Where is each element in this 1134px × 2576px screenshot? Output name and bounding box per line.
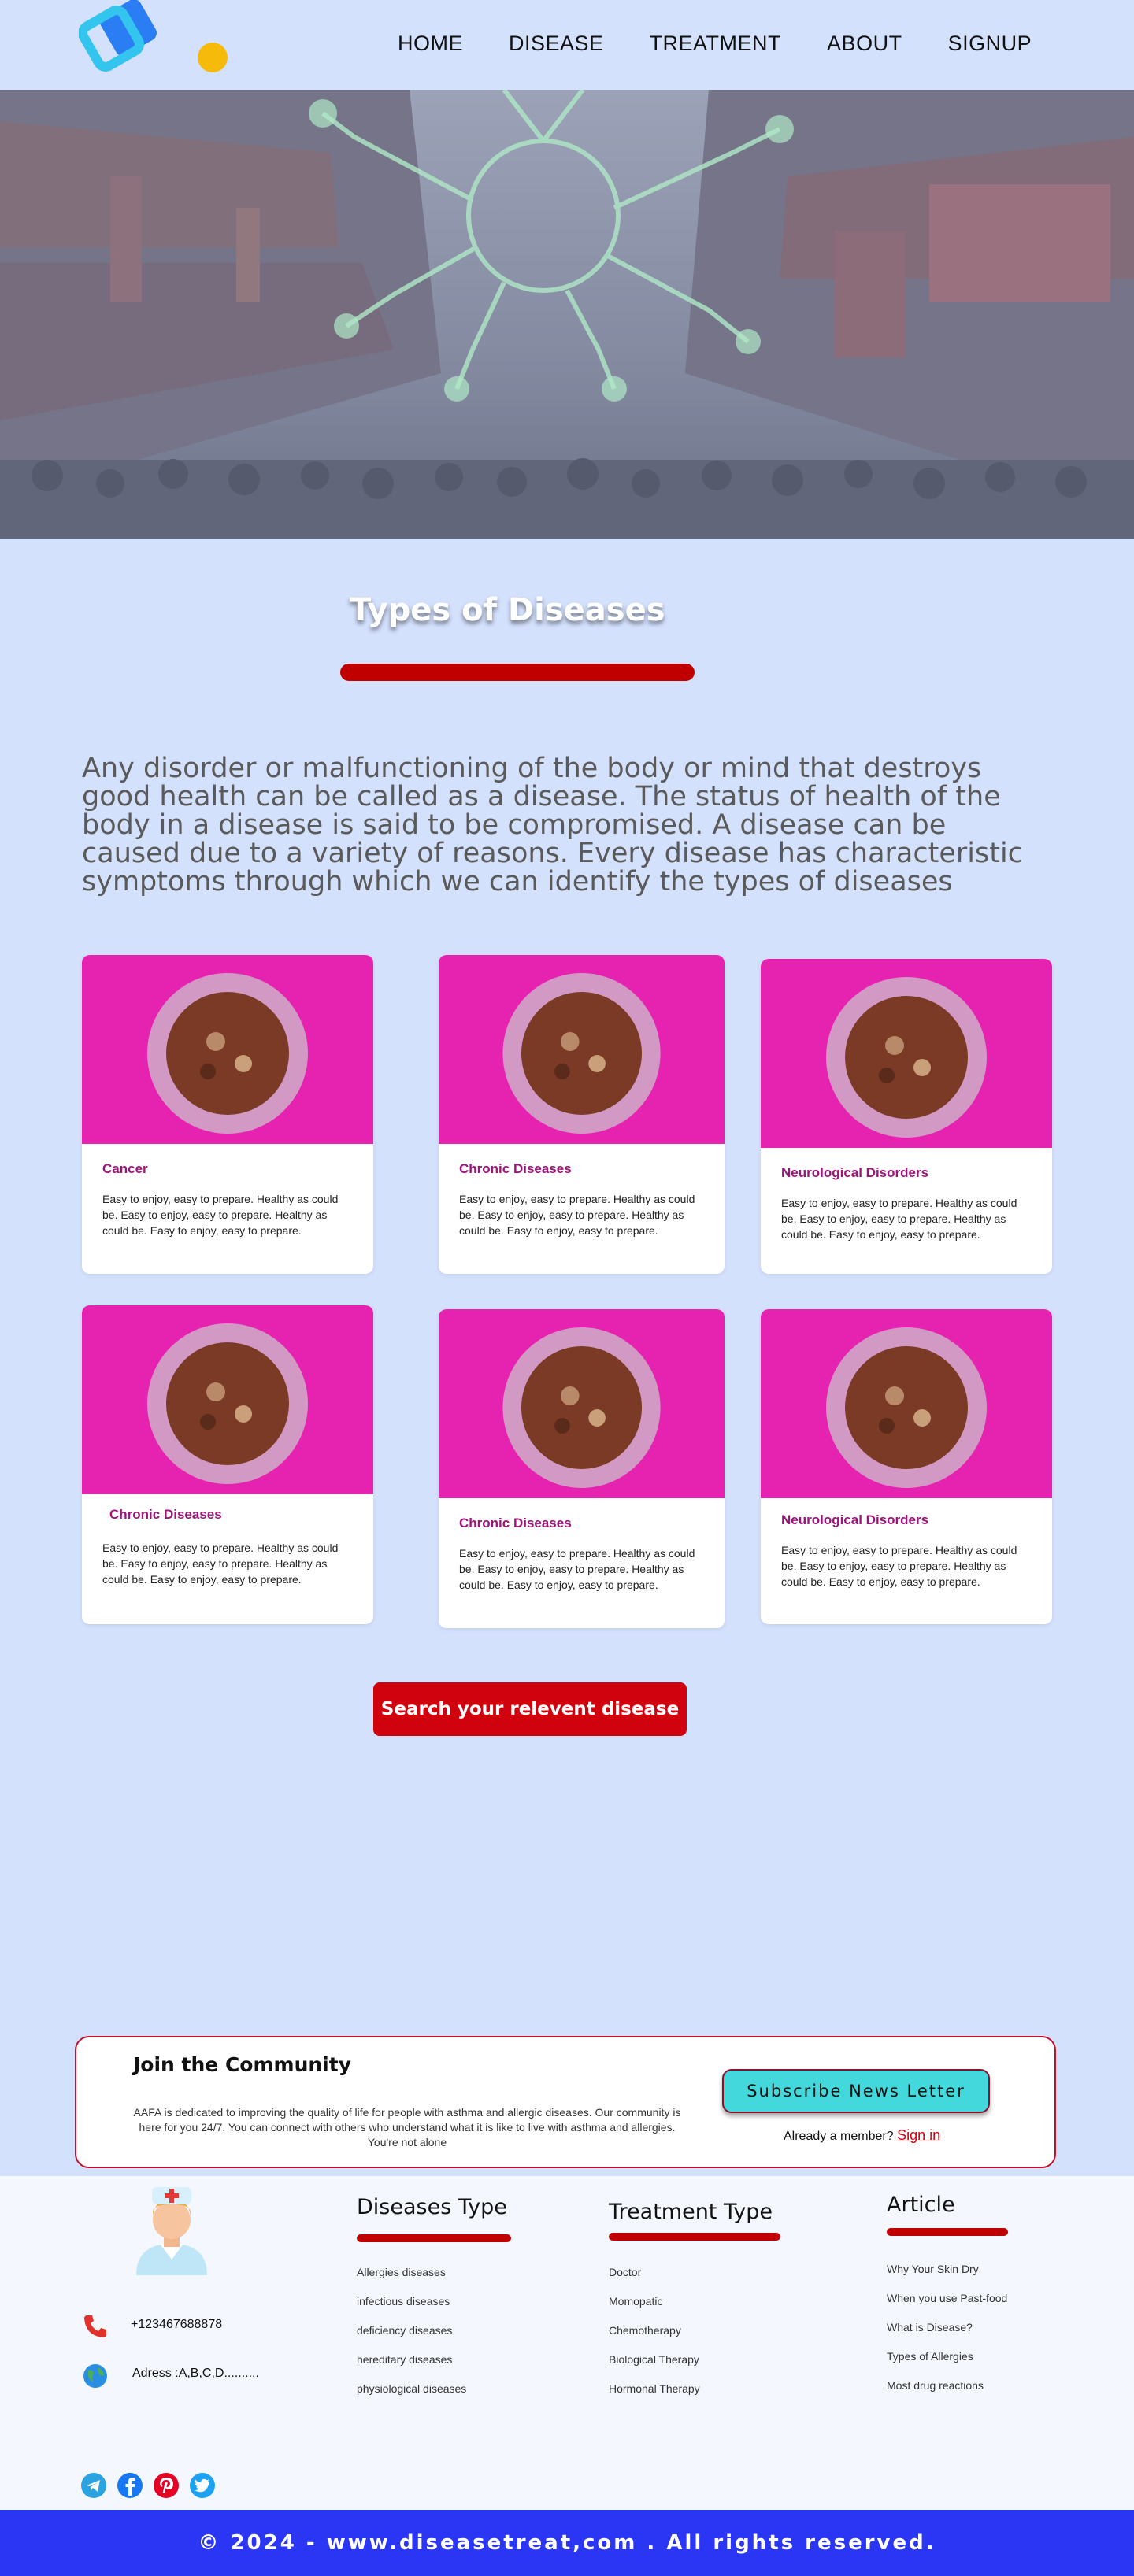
nav-signup[interactable]: SIGNUP bbox=[948, 31, 1032, 56]
treatment-type-title: Treatment Type bbox=[609, 2200, 773, 2224]
hero-street-virus-illustration bbox=[0, 90, 1134, 539]
search-disease-button[interactable]: Search your relevent disease bbox=[373, 1682, 687, 1736]
hero-image bbox=[0, 90, 1134, 539]
card-image bbox=[761, 1309, 1052, 1498]
card-image bbox=[82, 1305, 373, 1494]
footer-link[interactable]: infectious diseases bbox=[357, 2293, 466, 2322]
disease-card[interactable]: Cancer Easy to enjoy, easy to prepare. H… bbox=[82, 955, 373, 1274]
nav-treatment[interactable]: TREATMENT bbox=[650, 31, 782, 56]
footer-link[interactable]: Hormonal Therapy bbox=[609, 2381, 700, 2410]
member-prompt: Already a member? Sign in bbox=[784, 2127, 940, 2144]
card-title: Chronic Diseases bbox=[459, 1516, 572, 1530]
community-title: Join the Community bbox=[133, 2053, 351, 2076]
treatment-type-list: Doctor Momopatic Chemotherapy Biological… bbox=[609, 2264, 700, 2410]
disease-card[interactable]: Neurological Disorders Easy to enjoy, ea… bbox=[761, 1309, 1052, 1624]
card-description: Easy to enjoy, easy to prepare. Healthy … bbox=[459, 1193, 695, 1237]
article-title: Article bbox=[887, 2193, 955, 2217]
member-text: Already a member? bbox=[784, 2130, 894, 2143]
subscribe-newsletter-button[interactable]: Subscribe News Letter bbox=[722, 2069, 990, 2113]
social-links bbox=[80, 2472, 216, 2499]
title-underline bbox=[609, 2233, 780, 2241]
footer-link[interactable]: Momopatic bbox=[609, 2293, 700, 2322]
telegram-icon[interactable] bbox=[80, 2472, 107, 2499]
footer-link[interactable]: Most drug reactions bbox=[887, 2378, 1007, 2407]
card-description: Easy to enjoy, easy to prepare. Healthy … bbox=[781, 1544, 1017, 1588]
site-logo[interactable] bbox=[79, 0, 236, 90]
card-title: Cancer bbox=[102, 1161, 148, 1176]
disease-card[interactable]: Chronic Diseases Easy to enjoy, easy to … bbox=[82, 1305, 373, 1624]
footer-link[interactable]: Types of Allergies bbox=[887, 2348, 1007, 2378]
disease-card[interactable]: Chronic Diseases Easy to enjoy, easy to … bbox=[439, 1309, 724, 1628]
footer-link[interactable]: Chemotherapy bbox=[609, 2322, 700, 2352]
card-image bbox=[761, 959, 1052, 1148]
card-title: Neurological Disorders bbox=[781, 1165, 929, 1180]
card-description: Easy to enjoy, easy to prepare. Healthy … bbox=[781, 1197, 1017, 1241]
card-description: Easy to enjoy, easy to prepare. Healthy … bbox=[459, 1547, 695, 1591]
title-underline bbox=[357, 2234, 511, 2242]
card-title: Chronic Diseases bbox=[109, 1507, 222, 1522]
site-header: HOME DISEASE TREATMENT ABOUT SIGNUP bbox=[0, 0, 1134, 90]
address: Adress :A,B,C,D.......... bbox=[132, 2367, 259, 2380]
article-list: Why Your Skin Dry When you use Past-food… bbox=[887, 2261, 1007, 2407]
doctor-icon bbox=[136, 2187, 207, 2275]
card-image bbox=[439, 1309, 724, 1498]
signin-link[interactable]: Sign in bbox=[897, 2127, 940, 2143]
phone-number: +123467688878 bbox=[131, 2318, 223, 2331]
facebook-icon[interactable] bbox=[117, 2472, 143, 2499]
main-nav: HOME DISEASE TREATMENT ABOUT SIGNUP bbox=[398, 31, 1032, 56]
nav-disease[interactable]: DISEASE bbox=[509, 31, 604, 56]
title-underline bbox=[887, 2228, 1008, 2236]
footer-link[interactable]: Why Your Skin Dry bbox=[887, 2261, 1007, 2290]
phone-icon bbox=[84, 2315, 106, 2337]
card-image bbox=[439, 955, 724, 1144]
footer-link[interactable]: When you use Past-food bbox=[887, 2290, 1007, 2319]
disease-card[interactable]: Chronic Diseases Easy to enjoy, easy to … bbox=[439, 955, 724, 1274]
disease-card[interactable]: Neurological Disorders Easy to enjoy, ea… bbox=[761, 959, 1052, 1274]
footer-link[interactable]: Doctor bbox=[609, 2264, 700, 2293]
footer-link[interactable]: Allergies diseases bbox=[357, 2264, 466, 2293]
copyright-bar: © 2024 - www.diseasetreat,com . All righ… bbox=[0, 2510, 1134, 2576]
diseases-type-title: Diseases Type bbox=[357, 2195, 507, 2219]
pinterest-icon[interactable] bbox=[153, 2472, 180, 2499]
card-title: Neurological Disorders bbox=[781, 1512, 929, 1527]
card-description: Easy to enjoy, easy to prepare. Healthy … bbox=[102, 1542, 339, 1586]
diseases-type-list: Allergies diseases infectious diseases d… bbox=[357, 2264, 466, 2410]
footer-link[interactable]: Biological Therapy bbox=[609, 2352, 700, 2381]
title-underline bbox=[340, 664, 695, 681]
footer-link[interactable]: What is Disease? bbox=[887, 2319, 1007, 2348]
nav-about[interactable]: ABOUT bbox=[827, 31, 902, 56]
card-title: Chronic Diseases bbox=[459, 1161, 572, 1176]
card-description: Easy to enjoy, easy to prepare. Healthy … bbox=[102, 1193, 339, 1237]
twitter-icon[interactable] bbox=[189, 2472, 216, 2499]
card-image bbox=[82, 955, 373, 1144]
community-box: Join the Community AAFA is dedicated to … bbox=[75, 2036, 1056, 2168]
community-description: AAFA is dedicated to improving the quali… bbox=[133, 2106, 681, 2149]
nav-home[interactable]: HOME bbox=[398, 31, 463, 56]
section-title: Types of Diseases bbox=[350, 592, 665, 628]
intro-paragraph: Any disorder or malfunctioning of the bo… bbox=[82, 753, 1023, 898]
footer-link[interactable]: deficiency diseases bbox=[357, 2322, 466, 2352]
footer-link[interactable]: physiological diseases bbox=[357, 2381, 466, 2410]
globe-icon bbox=[83, 2364, 107, 2388]
footer-link[interactable]: hereditary diseases bbox=[357, 2352, 466, 2381]
